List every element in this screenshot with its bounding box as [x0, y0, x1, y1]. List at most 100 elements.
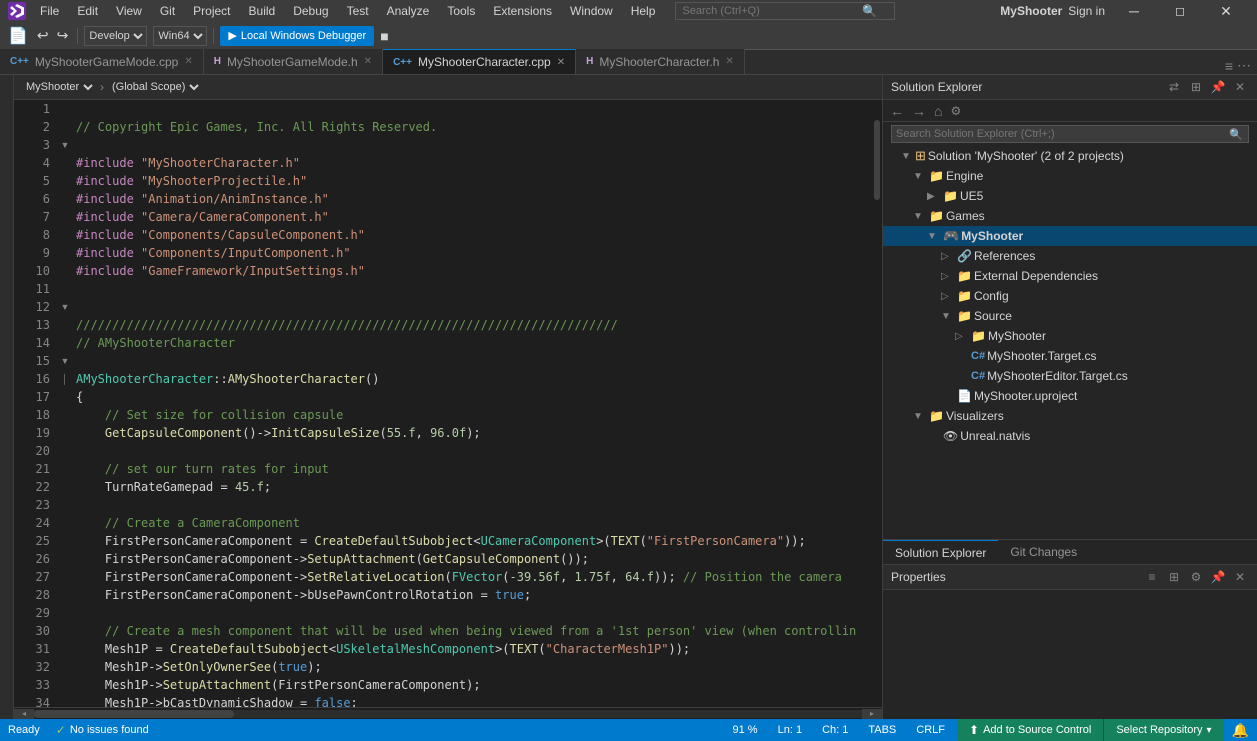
tree-arrow-myshooter-src[interactable]: ▷: [955, 331, 969, 342]
build-config-select[interactable]: Develop: [84, 26, 147, 46]
tree-arrow-config[interactable]: ▷: [941, 291, 955, 302]
status-zoom[interactable]: 91 %: [729, 724, 762, 736]
status-tabs[interactable]: TABS: [864, 724, 900, 736]
h-scrollbar-track[interactable]: [34, 710, 862, 718]
tree-ue5-item[interactable]: ▶ 📁 UE5: [883, 186, 1257, 206]
tab-close-2[interactable]: ✕: [364, 56, 372, 67]
tree-engine-item[interactable]: ▼ 📁 Engine: [883, 166, 1257, 186]
se-toolbar-settings-icon[interactable]: ⚙: [947, 104, 964, 118]
se-props-icon[interactable]: ⊞: [1187, 78, 1205, 96]
tree-source-item[interactable]: ▼ 📁 Source: [883, 306, 1257, 326]
se-pin-icon[interactable]: 📌: [1209, 78, 1227, 96]
menu-debug[interactable]: Debug: [285, 2, 336, 20]
tree-arrow-visualizers[interactable]: ▼: [913, 411, 927, 422]
code-editor[interactable]: // Copyright Epic Games, Inc. All Rights…: [72, 100, 872, 707]
tree-arrow-engine[interactable]: ▼: [913, 171, 927, 182]
props-list-icon[interactable]: ≡: [1143, 568, 1161, 586]
tree-natvis-item[interactable]: 👁 Unreal.natvis: [883, 426, 1257, 446]
restore-button[interactable]: ◻: [1157, 0, 1203, 22]
toolbar-undo-icon[interactable]: ↩: [34, 27, 52, 44]
editor-scrollbar[interactable]: [872, 100, 882, 707]
se-toolbar-fwd-icon[interactable]: →: [909, 103, 929, 119]
se-search-input[interactable]: [891, 125, 1249, 143]
title-search-input[interactable]: [682, 5, 862, 17]
tree-references-item[interactable]: ▷ 🔗 References: [883, 246, 1257, 266]
title-search-box[interactable]: 🔍: [675, 2, 895, 20]
menu-project[interactable]: Project: [185, 2, 238, 20]
tree-arrow-source[interactable]: ▼: [941, 311, 955, 322]
tree-config-item[interactable]: ▷ 📁 Config: [883, 286, 1257, 306]
status-encoding[interactable]: CRLF: [912, 724, 949, 736]
tree-target-cs-item[interactable]: C# MyShooter.Target.cs: [883, 346, 1257, 366]
select-repository-btn[interactable]: Select Repository ▾: [1103, 719, 1223, 741]
tree-myshooter-src-item[interactable]: ▷ 📁 MyShooter: [883, 326, 1257, 346]
tree-games-item[interactable]: ▼ 📁 Games: [883, 206, 1257, 226]
gutter-3-collapse[interactable]: ▼: [58, 136, 72, 154]
menu-edit[interactable]: Edit: [69, 2, 106, 20]
menu-git[interactable]: Git: [152, 2, 183, 20]
menu-extensions[interactable]: Extensions: [485, 2, 560, 20]
se-close-icon[interactable]: ✕: [1231, 78, 1249, 96]
scope-select[interactable]: (Global Scope): [108, 80, 202, 94]
menu-view[interactable]: View: [108, 2, 150, 20]
props-settings-icon[interactable]: ⚙: [1187, 568, 1205, 586]
menu-analyze[interactable]: Analyze: [379, 2, 438, 20]
toolbar-redo-icon[interactable]: ↪: [54, 27, 72, 44]
tab-list-icon[interactable]: ≡: [1225, 58, 1233, 74]
status-line[interactable]: Ln: 1: [774, 724, 806, 736]
tab-myshootercharacter-cpp[interactable]: C++ MyShooterCharacter.cpp ✕: [383, 49, 576, 74]
menu-window[interactable]: Window: [562, 2, 621, 20]
tab-myshootergamemode-h[interactable]: H MyShooterGameMode.h ✕: [204, 49, 383, 74]
tree-arrow-refs[interactable]: ▷: [941, 251, 955, 262]
status-ready[interactable]: Ready: [0, 719, 48, 741]
props-grid-icon[interactable]: ⊞: [1165, 568, 1183, 586]
minimize-button[interactable]: ─: [1111, 0, 1157, 22]
menu-file[interactable]: File: [32, 2, 67, 20]
close-button[interactable]: ✕: [1203, 0, 1249, 22]
notifications-icon[interactable]: 🔔: [1224, 719, 1257, 741]
tree-uproject-item[interactable]: 📄 MyShooter.uproject: [883, 386, 1257, 406]
se-toolbar-back-icon[interactable]: ←: [887, 103, 907, 119]
tree-arrow-games[interactable]: ▼: [913, 211, 927, 222]
scroll-right-btn[interactable]: ▸: [862, 709, 882, 719]
tab-close-1[interactable]: ✕: [184, 56, 192, 67]
tab-myshootercharacter-h[interactable]: H MyShooterCharacter.h ✕: [576, 49, 745, 74]
h-scrollbar-thumb[interactable]: [34, 710, 234, 718]
status-no-issues[interactable]: ✓ No issues found: [48, 719, 157, 741]
add-to-source-control-btn[interactable]: ⬆ Add to Source Control: [957, 719, 1103, 741]
toolbar-new-icon[interactable]: 📄: [4, 26, 32, 46]
platform-select[interactable]: Win64: [153, 26, 207, 46]
menu-build[interactable]: Build: [241, 2, 284, 20]
tree-solution-item[interactable]: ▼ ⊞ Solution 'MyShooter' (2 of 2 project…: [883, 146, 1257, 166]
tab-myshootergamemode-cpp[interactable]: C++ MyShooterGameMode.cpp ✕: [0, 49, 204, 74]
status-col[interactable]: Ch: 1: [818, 724, 852, 736]
gutter-12-collapse[interactable]: ▼: [58, 298, 72, 316]
menu-help[interactable]: Help: [623, 2, 664, 20]
tab-more-icon[interactable]: ⋯: [1237, 57, 1251, 74]
tree-arrow-extdeps[interactable]: ▷: [941, 271, 955, 282]
se-sync-icon[interactable]: ⇄: [1165, 78, 1183, 96]
sign-in-button[interactable]: Sign in: [1068, 4, 1105, 18]
props-close-icon[interactable]: ✕: [1231, 568, 1249, 586]
tree-arrow-myshooter[interactable]: ▼: [927, 231, 941, 242]
tree-visualizers-item[interactable]: ▼ 📁 Visualizers: [883, 406, 1257, 426]
menu-tools[interactable]: Tools: [439, 2, 483, 20]
scrollbar-thumb[interactable]: [874, 120, 880, 200]
tree-myshooter-proj-item[interactable]: ▼ 🎮 MyShooter: [883, 226, 1257, 246]
se-toolbar-home-icon[interactable]: ⌂: [931, 103, 945, 119]
tree-arrow-solution[interactable]: ▼: [899, 151, 913, 162]
props-pin-icon[interactable]: 📌: [1209, 568, 1227, 586]
tree-extdeps-item[interactable]: ▷ 📁 External Dependencies: [883, 266, 1257, 286]
run-debugger-button[interactable]: ▶ Local Windows Debugger: [220, 26, 374, 46]
horizontal-scrollbar[interactable]: ◂ ▸: [14, 707, 882, 719]
gutter-15-collapse[interactable]: ▼: [58, 352, 72, 370]
filename-select[interactable]: MyShooter: [22, 80, 96, 94]
scroll-left-btn[interactable]: ◂: [14, 709, 34, 719]
toolbar-stop-icon[interactable]: ■: [376, 28, 392, 44]
menu-test[interactable]: Test: [339, 2, 377, 20]
tab-close-4[interactable]: ✕: [725, 56, 733, 67]
panel-tab-git-changes[interactable]: Git Changes: [998, 540, 1089, 564]
tree-editortarget-cs-item[interactable]: C# MyShooterEditor.Target.cs: [883, 366, 1257, 386]
tree-arrow-ue5[interactable]: ▶: [927, 191, 941, 202]
tab-close-3[interactable]: ✕: [557, 57, 565, 68]
